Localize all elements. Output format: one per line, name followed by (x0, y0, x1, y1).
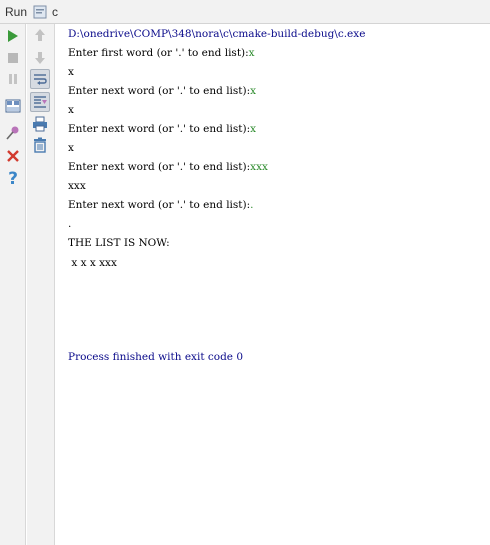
restore-layout-button[interactable] (3, 96, 23, 116)
rerun-button[interactable] (3, 26, 23, 46)
console-line: xxx (68, 180, 86, 192)
pin-icon (6, 126, 19, 140)
prompt-text: Enter next word (or '.' to end list): (68, 199, 251, 211)
prompt-text: Enter next word (or '.' to end list): (68, 85, 251, 97)
play-icon (8, 30, 18, 42)
close-tab-button[interactable] (3, 146, 23, 166)
prompt-text: Enter first word (or '.' to end list): (68, 47, 249, 59)
scroll-to-end-icon (34, 96, 47, 108)
list-header: THE LIST IS NOW: (68, 237, 170, 249)
help-icon: ? (8, 169, 18, 189)
stop-button[interactable] (3, 48, 23, 68)
run-tab-label[interactable]: Run (5, 5, 27, 19)
stop-icon (8, 53, 18, 63)
user-input: x (250, 85, 257, 97)
user-input: x (250, 123, 257, 135)
prompt-text: Enter next word (or '.' to end list): (68, 161, 251, 173)
print-icon (33, 116, 47, 132)
trash-icon (34, 137, 46, 153)
close-icon (7, 150, 19, 162)
console-line: x (68, 104, 74, 116)
console-line: x (68, 66, 74, 78)
run-tool-window-header: Run c (0, 0, 490, 24)
soft-wrap-toggle[interactable] (30, 69, 50, 89)
arrow-down-icon (35, 52, 45, 64)
run-config-icon (33, 5, 47, 19)
console-line: Enter next word (or '.' to end list):x (68, 85, 256, 97)
run-config-name[interactable]: c (52, 5, 58, 19)
user-input: xxx (250, 161, 268, 173)
run-toolbar-secondary (27, 24, 55, 545)
layout-icon (5, 99, 21, 113)
help-button[interactable]: ? (3, 169, 23, 189)
previous-occurrence-button[interactable] (30, 25, 50, 45)
console-line: Enter next word (or '.' to end list):. (68, 199, 254, 211)
pause-icon (9, 74, 17, 84)
scroll-to-end-toggle[interactable] (30, 92, 50, 112)
console-line: x (68, 142, 74, 154)
console-line: Enter next word (or '.' to end list):xxx (68, 161, 268, 173)
arrow-up-icon (35, 29, 45, 41)
executable-path: D:\onedrive\COMP\348\nora\c\cmake-build-… (68, 28, 366, 40)
clear-all-button[interactable] (30, 135, 50, 155)
console-line: . (68, 218, 72, 230)
list-items: x x x xxx (68, 257, 117, 269)
console-line: Enter first word (or '.' to end list):x (68, 47, 255, 59)
prompt-text: Enter next word (or '.' to end list): (68, 123, 251, 135)
process-finished-message: Process finished with exit code 0 (68, 351, 244, 363)
next-occurrence-button[interactable] (30, 48, 50, 68)
pin-tab-button[interactable] (3, 123, 23, 143)
run-toolbar-primary: ? (0, 24, 26, 545)
pause-button[interactable] (3, 69, 23, 89)
console-output[interactable]: D:\onedrive\COMP\348\nora\c\cmake-build-… (56, 24, 490, 545)
user-input: x (248, 47, 255, 59)
print-button[interactable] (30, 114, 50, 134)
console-line: Enter next word (or '.' to end list):x (68, 123, 256, 135)
user-input: . (250, 199, 254, 211)
soft-wrap-icon (34, 74, 47, 85)
